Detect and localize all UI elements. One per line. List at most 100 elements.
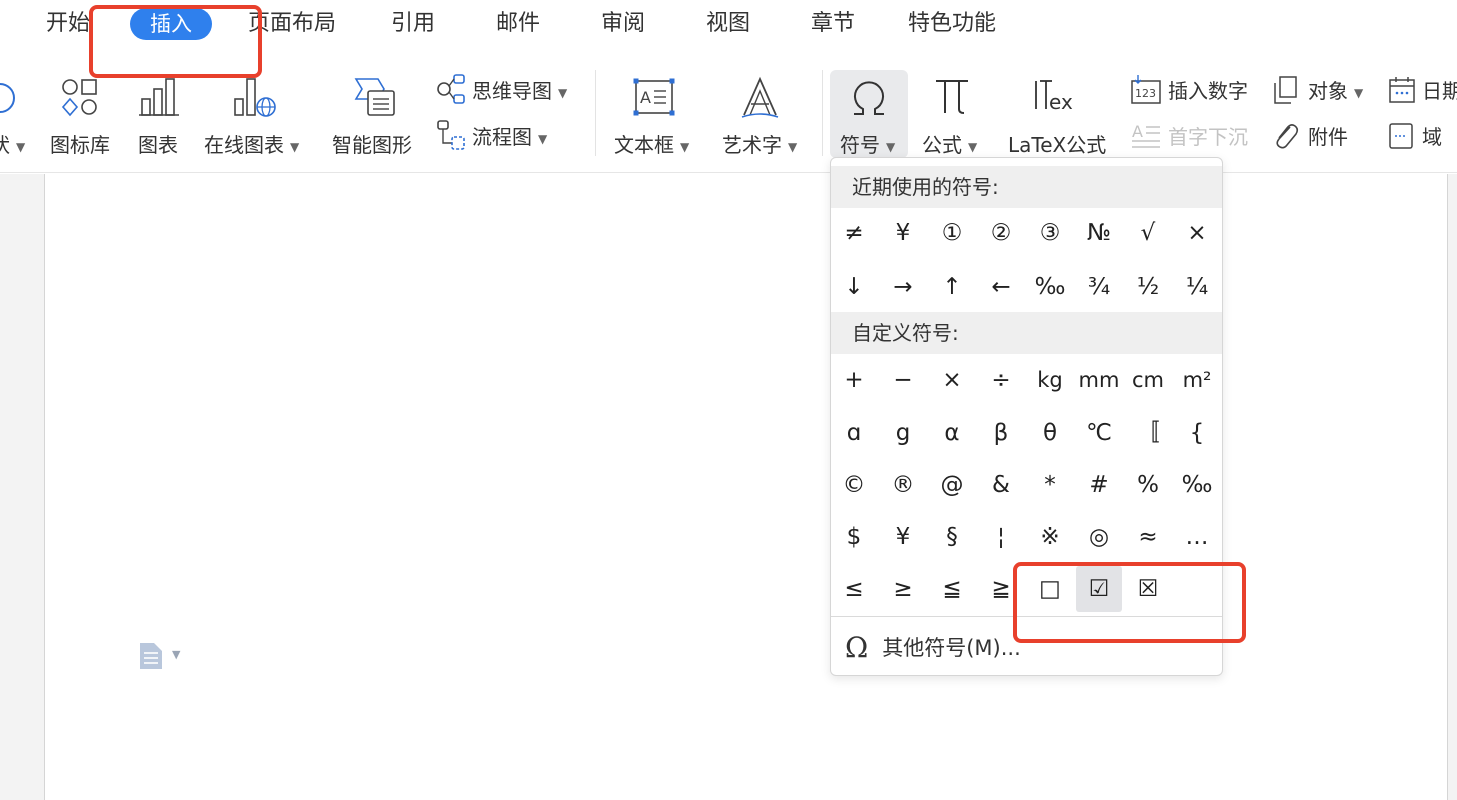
symbol-item[interactable]: → [880, 264, 926, 310]
symbol-button[interactable]: 符号 ▼ [830, 70, 908, 158]
symbol-item[interactable]: θ [1027, 410, 1073, 456]
symbol-item[interactable]: $ [831, 514, 877, 560]
symbol-item[interactable]: ※ [1027, 514, 1073, 560]
symbol-item[interactable]: ② [978, 210, 1024, 256]
more-symbols-button[interactable]: Ω 其他符号(M)... [845, 628, 1021, 668]
symbol-item[interactable]: ℃ [1076, 410, 1122, 456]
latex-formula-button[interactable]: ex LaTeX公式 [1004, 55, 1114, 165]
chevron-down-icon: ▼ [558, 85, 568, 100]
symbol-item[interactable]: ≤ [831, 566, 877, 612]
tab-review[interactable]: 审阅 [601, 6, 645, 42]
recent-symbols-header: 近期使用的符号: [831, 166, 1222, 208]
tab-special-features[interactable]: 特色功能 [908, 6, 996, 42]
symbol-item[interactable]: ¾ [1076, 264, 1122, 310]
symbol-item[interactable]: ≦ [929, 566, 975, 612]
symbol-item[interactable]: kg [1027, 357, 1073, 403]
object-button[interactable]: 对象 ▼ [1272, 73, 1372, 109]
attachment-button[interactable]: 附件 [1272, 119, 1372, 155]
symbol-item[interactable]: ↑ [929, 264, 975, 310]
symbol-item[interactable]: ¦ [978, 514, 1024, 560]
smart-graphic-label: 智能图形 [332, 133, 412, 157]
word-art-button[interactable]: 艺术字 ▼ [720, 55, 810, 165]
symbol-item[interactable]: g [880, 410, 926, 456]
symbol-item[interactable]: ← [978, 264, 1024, 310]
symbol-item[interactable]: √ [1125, 210, 1171, 256]
smart-graphic-button[interactable]: 智能图形 [332, 55, 418, 165]
symbol-item[interactable]: * [1027, 462, 1073, 508]
symbol-item[interactable]: × [1174, 210, 1220, 256]
symbol-item[interactable]: ɑ [831, 410, 877, 456]
field-label: 域 [1422, 125, 1442, 149]
checkbox-checked-symbol[interactable]: ☑ [1076, 566, 1122, 612]
paste-options-icon[interactable] [138, 641, 164, 671]
symbol-item[interactable]: ③ [1027, 210, 1073, 256]
tab-references[interactable]: 引用 [391, 6, 435, 42]
symbol-item[interactable]: & [978, 462, 1024, 508]
checkbox-empty-symbol[interactable]: □ [1027, 566, 1073, 612]
symbol-item[interactable]: ① [929, 210, 975, 256]
symbol-item[interactable]: @ [929, 462, 975, 508]
symbol-item[interactable]: α [929, 410, 975, 456]
tab-page-layout[interactable]: 页面布局 [248, 6, 336, 42]
drop-cap-button[interactable]: A 首字下沉 [1130, 119, 1256, 155]
symbol-item[interactable]: § [929, 514, 975, 560]
shapes-button[interactable]: 状▼ [0, 55, 30, 165]
symbol-item[interactable]: ≠ [831, 210, 877, 256]
paperclip-icon [1276, 124, 1299, 149]
checkbox-crossed-symbol[interactable]: ☒ [1125, 566, 1171, 612]
flowchart-button[interactable]: 流程图 ▼ [436, 119, 586, 155]
shapes-label: 状 [0, 133, 10, 157]
symbol-item[interactable]: + [831, 357, 877, 403]
online-chart-label: 在线图表 [204, 133, 284, 157]
shapes-icon [0, 83, 15, 113]
symbol-item[interactable]: ‰ [1027, 264, 1073, 310]
word-art-label: 艺术字 [722, 133, 782, 157]
date-button[interactable]: 日期 [1386, 73, 1457, 109]
symbol-item[interactable]: ‰ [1174, 462, 1220, 508]
symbol-item[interactable]: ¥ [880, 514, 926, 560]
chart-button[interactable]: 图表 [134, 55, 184, 165]
tab-mailings[interactable]: 邮件 [496, 6, 540, 42]
mind-map-button[interactable]: 思维导图 ▼ [436, 73, 586, 109]
symbol-item[interactable]: № [1076, 210, 1122, 256]
symbol-item[interactable]: β [978, 410, 1024, 456]
mind-map-icon [437, 74, 465, 104]
tab-insert[interactable]: 插入 [130, 8, 212, 40]
symbol-item[interactable]: cm [1125, 357, 1171, 403]
symbol-item[interactable]: m² [1174, 357, 1220, 403]
symbol-item[interactable]: ÷ [978, 357, 1024, 403]
formula-button[interactable]: 公式 ▼ [920, 55, 990, 165]
smart-graphic-icon [354, 78, 395, 116]
tab-view[interactable]: 视图 [706, 6, 750, 42]
symbol-item[interactable]: © [831, 462, 877, 508]
tab-home[interactable]: 开始 [46, 6, 90, 42]
symbol-item[interactable]: ≥ [880, 566, 926, 612]
chevron-down-icon[interactable]: ▼ [172, 648, 180, 661]
symbol-item[interactable]: 〚 [1125, 410, 1171, 456]
text-box-button[interactable]: A 文本框 ▼ [612, 55, 702, 165]
online-chart-icon [234, 78, 276, 117]
field-icon [1389, 123, 1413, 149]
symbol-item[interactable]: { [1174, 410, 1220, 456]
symbol-item[interactable]: ≈ [1125, 514, 1171, 560]
symbol-item[interactable]: % [1125, 462, 1171, 508]
symbol-item[interactable]: ◎ [1076, 514, 1122, 560]
document-page[interactable] [44, 174, 1448, 800]
symbol-item[interactable]: ↓ [831, 264, 877, 310]
symbol-item[interactable]: ¼ [1174, 264, 1220, 310]
symbol-item[interactable]: ½ [1125, 264, 1171, 310]
insert-number-button[interactable]: 123 插入数字 [1130, 73, 1256, 109]
symbol-item[interactable]: − [880, 357, 926, 403]
symbol-item[interactable]: ≧ [978, 566, 1024, 612]
tab-chapter[interactable]: 章节 [811, 6, 855, 42]
online-chart-button[interactable]: 在线图表 ▼ [204, 55, 314, 165]
symbol-item[interactable]: # [1076, 462, 1122, 508]
symbol-item[interactable]: … [1174, 514, 1220, 560]
symbol-item[interactable]: ® [880, 462, 926, 508]
icon-library-button[interactable]: 图标库 [48, 55, 118, 165]
symbol-item[interactable]: ¥ [880, 210, 926, 256]
symbol-item[interactable]: mm [1076, 357, 1122, 403]
number-icon: 123 [1131, 75, 1161, 104]
symbol-item[interactable]: × [929, 357, 975, 403]
field-button[interactable]: 域 [1386, 119, 1457, 155]
